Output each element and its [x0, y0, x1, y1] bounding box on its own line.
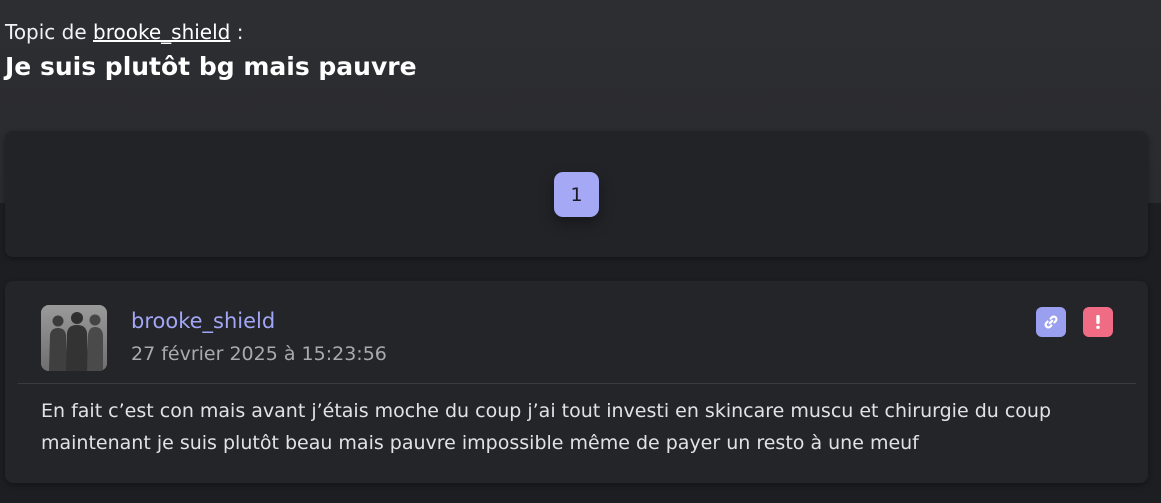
- link-icon: [1044, 315, 1058, 329]
- topic-prefix: Topic de: [5, 20, 87, 44]
- post-card: brooke_shield 27 février 2025 à 15:23:56…: [5, 281, 1148, 483]
- permalink-button[interactable]: [1036, 307, 1066, 337]
- topic-suffix: :: [236, 20, 244, 44]
- exclamation-icon: [1096, 315, 1100, 329]
- post-content: En fait c’est con mais avant j’étais moc…: [41, 400, 1052, 454]
- post-divider: [18, 383, 1136, 384]
- page-title: Je suis plutôt bg mais pauvre: [5, 52, 417, 81]
- post-timestamp: 27 février 2025 à 15:23:56: [131, 343, 387, 365]
- avatar-image: [41, 305, 107, 371]
- topic-byline: Topic de brooke_shield :: [5, 18, 417, 46]
- page-button-current[interactable]: 1: [554, 172, 599, 217]
- report-button[interactable]: [1083, 307, 1113, 337]
- topic-header: Topic de brooke_shield : Je suis plutôt …: [5, 18, 417, 87]
- topic-author-link[interactable]: brooke_shield: [93, 20, 230, 44]
- post-author-link[interactable]: brooke_shield: [131, 308, 275, 334]
- pagination-card: 1: [5, 131, 1148, 257]
- avatar[interactable]: [41, 305, 107, 371]
